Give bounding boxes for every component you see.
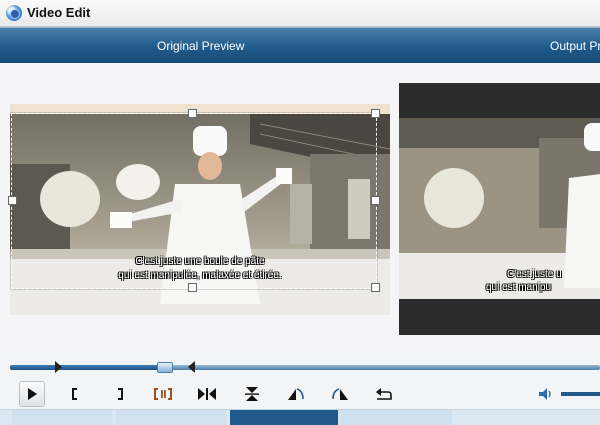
mark-in-button[interactable] [63, 382, 87, 406]
volume-icon [539, 388, 551, 400]
output-video: C'est juste u qui est manipu [399, 118, 600, 299]
volume-slider[interactable] [561, 392, 600, 396]
mark-out-marker[interactable] [188, 361, 195, 373]
bottom-tab-strip [0, 409, 600, 425]
crop-handle-right[interactable] [371, 196, 380, 205]
bottom-tab-selected[interactable] [230, 410, 338, 425]
preview-area: C'est juste une boule de pâte qui est ma… [0, 63, 600, 353]
timeline [0, 353, 600, 379]
control-bar [0, 379, 600, 409]
undo-icon [376, 388, 392, 400]
preview-tab-bar: Original Preview Output Pr [0, 27, 600, 64]
flip-vertical-icon [245, 387, 259, 401]
timeline-playhead[interactable] [157, 362, 173, 373]
timeline-played-range [10, 365, 165, 370]
bottom-tab-1[interactable] [12, 410, 112, 425]
play-icon [28, 388, 37, 400]
crop-handle-bottom-right[interactable] [371, 283, 380, 292]
rotate-left-icon [288, 388, 304, 400]
split-button[interactable] [151, 382, 175, 406]
split-segment-icon [154, 388, 172, 400]
crop-handle-bottom[interactable] [188, 283, 197, 292]
mark-out-button[interactable] [108, 382, 132, 406]
crop-handle-top-right[interactable] [371, 109, 380, 118]
rotate-left-button[interactable] [284, 382, 308, 406]
bottom-tab-2[interactable] [116, 410, 226, 425]
rotate-right-icon [332, 388, 348, 400]
tab-original-preview[interactable]: Original Preview [157, 39, 244, 53]
output-video-scene [399, 118, 600, 299]
volume-button[interactable] [538, 382, 554, 406]
bottom-tab-4[interactable] [340, 410, 452, 425]
step-frame-button[interactable] [195, 382, 219, 406]
output-subtitle-line-1: C'est juste u [507, 269, 562, 280]
mark-out-bracket-icon [118, 388, 123, 400]
rotate-right-button[interactable] [328, 382, 352, 406]
flip-vertical-button[interactable] [240, 382, 264, 406]
crop-selection-box[interactable] [11, 113, 377, 289]
step-frame-icon [198, 388, 216, 400]
output-subtitle-line-2: qui est manipu [486, 282, 552, 293]
undo-button[interactable] [372, 382, 396, 406]
mark-in-marker[interactable] [55, 361, 62, 373]
output-video-frame[interactable]: C'est juste u qui est manipu [399, 83, 600, 335]
title-bar: Video Edit [0, 0, 600, 27]
play-button[interactable] [19, 381, 45, 407]
crop-handle-left[interactable] [8, 196, 17, 205]
window-title: Video Edit [27, 5, 91, 20]
tab-output-preview[interactable]: Output Pr [550, 39, 600, 53]
mark-in-bracket-icon [72, 388, 77, 400]
crop-handle-top[interactable] [188, 109, 197, 118]
app-disc-icon [6, 5, 22, 21]
